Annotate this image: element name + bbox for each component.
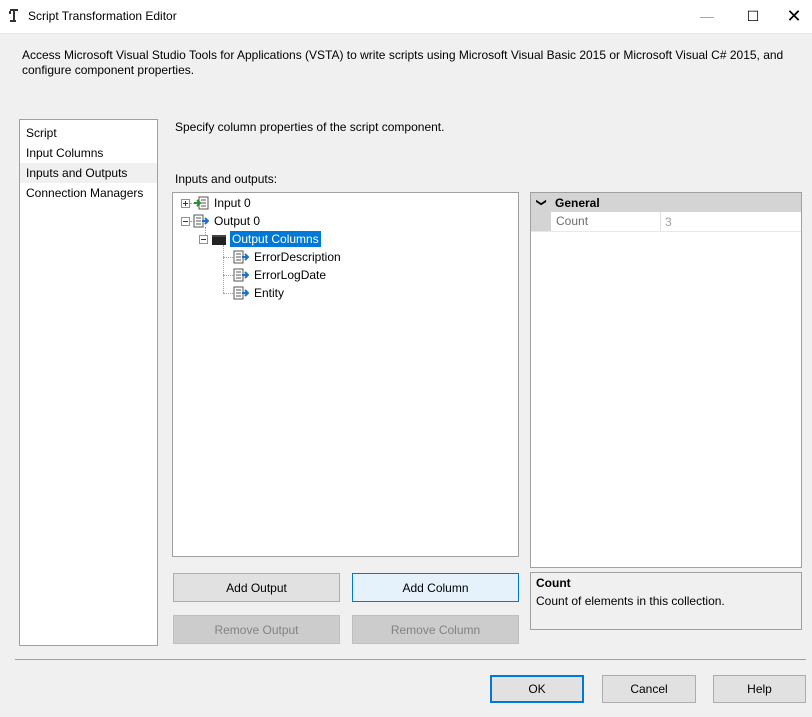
tree-node-column[interactable]: ErrorLogDate: [233, 266, 328, 284]
collapse-icon[interactable]: [181, 216, 190, 226]
maximize-icon: ☐: [746, 7, 760, 24]
remove-output-button[interactable]: Remove Output: [173, 615, 340, 644]
tree-connector: [223, 275, 233, 276]
window-title: Script Transformation Editor: [28, 9, 177, 23]
property-category-general[interactable]: ❯ General: [531, 193, 801, 212]
property-help-title: Count: [536, 576, 571, 590]
tree-node-column[interactable]: Entity: [233, 284, 286, 302]
tree-connector: [223, 293, 233, 294]
ok-button[interactable]: OK: [490, 675, 584, 703]
close-icon: ✕: [786, 5, 802, 26]
chevron-down-icon[interactable]: ❯: [531, 197, 551, 208]
output-column-icon: [233, 250, 249, 264]
nav-item-connection-managers[interactable]: Connection Managers: [20, 183, 157, 203]
tree-node-input[interactable]: Input 0: [181, 194, 253, 212]
output-icon: [193, 214, 209, 228]
tree-node-output-columns[interactable]: Output Columns: [199, 230, 321, 248]
inputs-outputs-tree[interactable]: Input 0 Output 0 Output Columns ErrorDes…: [172, 192, 519, 557]
tree-label-output-columns: Output Columns: [230, 231, 321, 247]
add-output-button[interactable]: Add Output: [173, 573, 340, 602]
inputs-outputs-label: Inputs and outputs:: [175, 172, 278, 186]
minimize-icon: —: [700, 8, 714, 24]
tree-connector: [223, 257, 233, 258]
output-column-icon: [233, 268, 249, 282]
tree-label-input: Input 0: [214, 196, 251, 210]
tree-label-output: Output 0: [214, 214, 261, 228]
nav-item-input-columns[interactable]: Input Columns: [20, 143, 157, 163]
input-icon: [194, 196, 209, 210]
maximize-button[interactable]: ☐: [730, 0, 776, 32]
folder-icon: [212, 235, 226, 245]
output-column-icon: [233, 286, 249, 300]
collapse-icon[interactable]: [199, 234, 208, 244]
nav-item-script[interactable]: Script: [20, 123, 157, 143]
minimize-button[interactable]: —: [684, 0, 730, 32]
property-row-gutter: [531, 212, 551, 231]
expand-icon[interactable]: [181, 198, 190, 208]
property-row-count[interactable]: Count 3: [531, 212, 801, 232]
title-bar: Script Transformation Editor — ☐ ✕: [0, 0, 812, 34]
nav-item-inputs-and-outputs[interactable]: Inputs and Outputs: [20, 163, 157, 183]
page-navigation: Script Input Columns Inputs and Outputs …: [19, 119, 158, 646]
property-grid[interactable]: ❯ General Count 3: [530, 192, 802, 568]
property-help-panel: Count Count of elements in this collecti…: [530, 572, 802, 630]
remove-column-button[interactable]: Remove Column: [352, 615, 519, 644]
help-button[interactable]: Help: [713, 675, 806, 703]
tree-connector: [223, 245, 224, 293]
tree-label-column: Entity: [254, 286, 285, 300]
cancel-button[interactable]: Cancel: [602, 675, 696, 703]
tree-label-column: ErrorLogDate: [254, 268, 327, 282]
tree-label-column: ErrorDescription: [254, 250, 341, 264]
property-help-description: Count of elements in this collection.: [536, 594, 725, 608]
add-column-button[interactable]: Add Column: [352, 573, 519, 602]
property-category-label: General: [555, 195, 600, 210]
property-value: 3: [665, 214, 672, 229]
footer-divider: [15, 659, 806, 660]
property-name: Count: [551, 212, 661, 231]
script-component-icon: [9, 9, 18, 22]
page-instruction: Specify column properties of the script …: [175, 120, 445, 134]
tree-node-output[interactable]: Output 0: [181, 212, 262, 230]
close-button[interactable]: ✕: [776, 0, 812, 32]
tree-node-column[interactable]: ErrorDescription: [233, 248, 343, 266]
editor-description: Access Microsoft Visual Studio Tools for…: [22, 48, 784, 77]
